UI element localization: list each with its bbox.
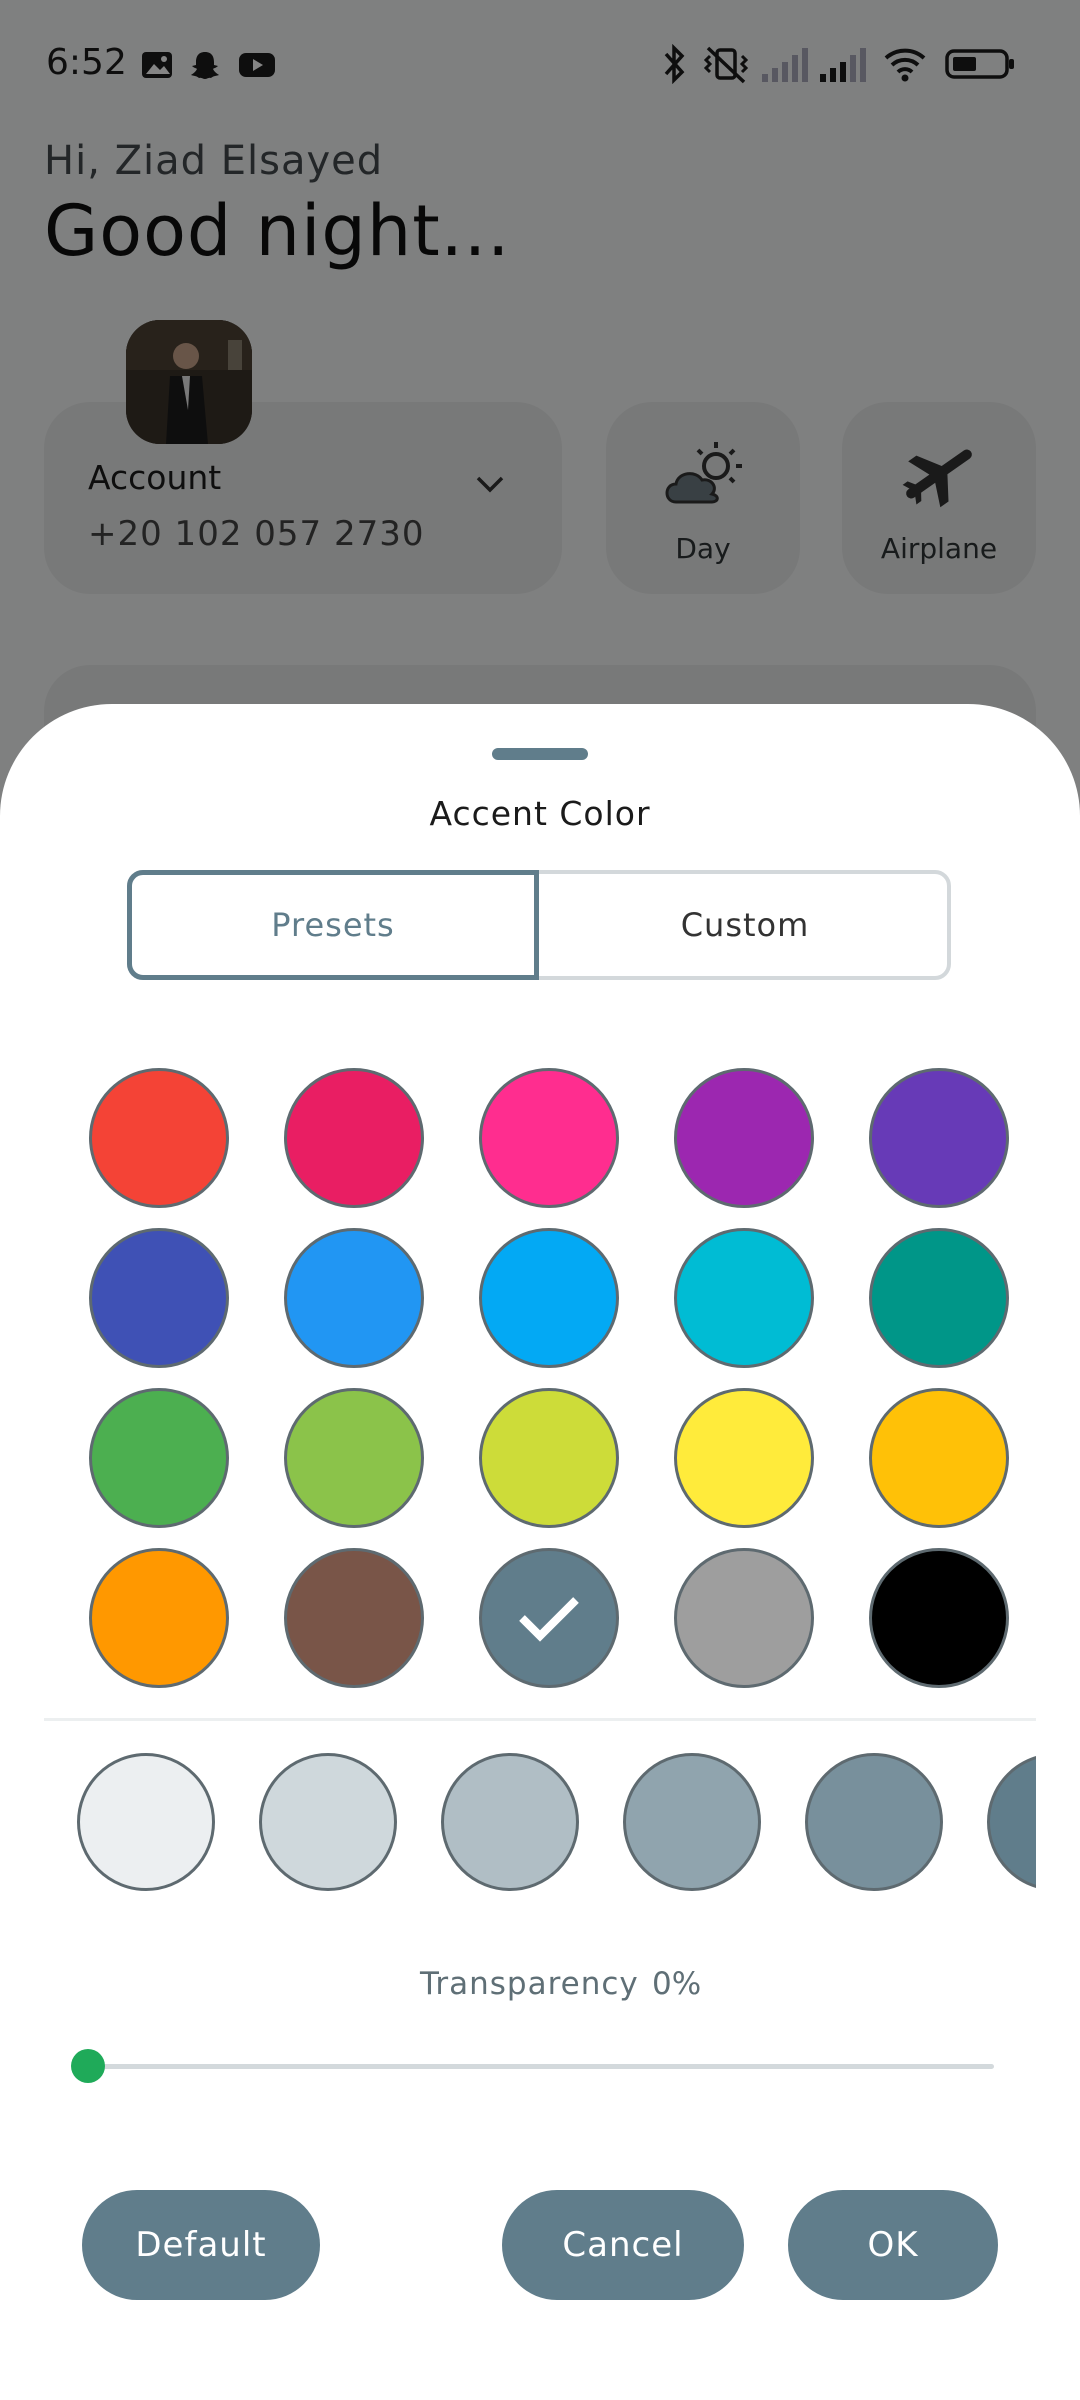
default-button[interactable]: Default [82, 2190, 320, 2300]
color-swatch[interactable] [479, 1388, 619, 1528]
color-swatch-selected[interactable] [479, 1548, 619, 1688]
transparency-slider[interactable] [88, 2064, 994, 2069]
color-swatch[interactable] [284, 1068, 424, 1208]
shade-swatch[interactable] [805, 1753, 943, 1891]
color-swatch[interactable] [284, 1228, 424, 1368]
transparency-value: 0% [652, 1966, 702, 2002]
shade-swatch[interactable] [259, 1753, 397, 1891]
color-swatch[interactable] [869, 1388, 1009, 1528]
transparency-label: Transparency [420, 1966, 639, 2002]
color-swatch[interactable] [89, 1388, 229, 1528]
color-swatch[interactable] [284, 1548, 424, 1688]
shade-swatch[interactable] [441, 1753, 579, 1891]
color-swatch[interactable] [674, 1388, 814, 1528]
color-swatch[interactable] [89, 1548, 229, 1688]
color-swatch[interactable] [89, 1068, 229, 1208]
tab-custom[interactable]: Custom [539, 870, 951, 980]
tab-presets[interactable]: Presets [127, 870, 539, 980]
accent-color-sheet: Accent Color Presets Custom Transparency… [0, 704, 1080, 2400]
color-swatch[interactable] [869, 1228, 1009, 1368]
shade-swatch[interactable] [623, 1753, 761, 1891]
color-swatch[interactable] [674, 1068, 814, 1208]
color-swatch[interactable] [479, 1228, 619, 1368]
shade-swatch-row [44, 1748, 1036, 1898]
shade-swatch[interactable] [987, 1753, 1036, 1891]
drag-handle[interactable] [492, 748, 588, 760]
transparency-slider-thumb[interactable] [71, 2049, 105, 2083]
ok-button[interactable]: OK [788, 2190, 998, 2300]
color-swatch[interactable] [479, 1068, 619, 1208]
divider [44, 1718, 1036, 1721]
color-swatch[interactable] [674, 1548, 814, 1688]
checkmark-icon [519, 1597, 579, 1642]
sheet-title: Accent Color [429, 794, 651, 833]
shade-swatch[interactable] [77, 1753, 215, 1891]
color-swatch[interactable] [89, 1228, 229, 1368]
color-swatch[interactable] [869, 1548, 1009, 1688]
color-swatch[interactable] [674, 1228, 814, 1368]
color-swatch[interactable] [869, 1068, 1009, 1208]
cancel-button[interactable]: Cancel [502, 2190, 744, 2300]
preset-custom-toggle: Presets Custom [127, 870, 951, 980]
color-swatch[interactable] [284, 1388, 424, 1528]
